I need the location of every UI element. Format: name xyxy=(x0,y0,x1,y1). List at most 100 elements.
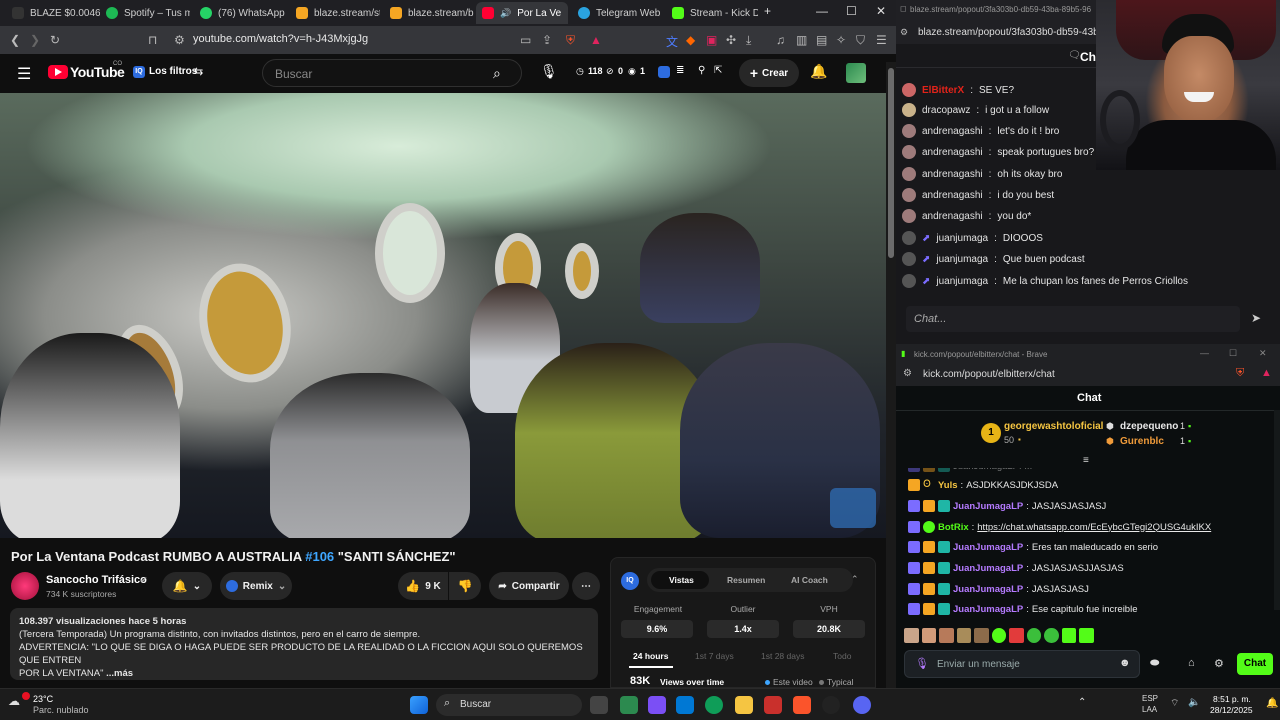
notification-bell-icon[interactable]: 🔔 xyxy=(1266,698,1278,709)
store-icon[interactable] xyxy=(676,696,694,714)
share-icon[interactable]: ⇪ xyxy=(542,33,552,47)
emoji-icon[interactable]: ☻ xyxy=(1119,657,1131,669)
filters-button[interactable]: Los filtros xyxy=(149,66,197,77)
search-box[interactable]: Buscar ⌕ xyxy=(262,59,522,87)
youtube-logo-icon[interactable] xyxy=(48,65,68,79)
emote-icon[interactable] xyxy=(1044,628,1059,643)
wifi-icon[interactable]: ⌔ xyxy=(1170,697,1179,710)
hamburger-menu-icon[interactable]: ☰ xyxy=(17,64,31,84)
puzzle-icon[interactable]: ✣ xyxy=(726,33,736,47)
emote-icon[interactable] xyxy=(1061,628,1077,643)
back-icon[interactable]: ❮ xyxy=(10,33,20,47)
scrollbar-thumb[interactable] xyxy=(888,68,894,258)
taskbar-search[interactable]: ⌕ Buscar xyxy=(436,694,582,716)
task-view-icon[interactable] xyxy=(590,696,608,714)
page-scrollbar[interactable] xyxy=(886,62,896,688)
whatsapp-link[interactable]: https://chat.whatsapp.com/EcEybcGTegi2QU… xyxy=(977,522,1211,533)
menu-icon[interactable]: ☰ xyxy=(876,33,887,47)
windows-start-icon[interactable] xyxy=(410,696,428,714)
create-button[interactable]: + Crear xyxy=(739,59,799,87)
notifications-icon[interactable]: 🔔 xyxy=(810,63,827,80)
close-window-button[interactable]: ✕ xyxy=(876,4,886,18)
popout-url[interactable]: blaze.stream/popout/3fa303b0-db59-43ba xyxy=(918,27,1104,38)
reload-icon[interactable]: ↻ xyxy=(50,33,60,47)
video-player[interactable] xyxy=(0,93,886,538)
clock-time[interactable]: 8:51 p. m. xyxy=(1213,694,1251,704)
tab-whatsapp[interactable]: (76) WhatsApp xyxy=(194,2,286,24)
range-7d[interactable]: 1st 7 days xyxy=(695,651,734,661)
site-settings-icon[interactable]: ⚙ xyxy=(174,33,185,47)
maximize-button[interactable]: ☐ xyxy=(1229,348,1237,359)
vpn-icon[interactable]: ⛉ xyxy=(856,33,865,48)
tab-telegram[interactable]: Telegram Web xyxy=(572,2,664,24)
discord-icon[interactable] xyxy=(853,696,871,714)
minimize-button[interactable]: — xyxy=(816,4,828,18)
app-icon[interactable] xyxy=(764,696,782,714)
emote-icon[interactable] xyxy=(939,628,954,643)
avatar[interactable] xyxy=(846,63,866,83)
chevron-up-icon[interactable]: ⌃ xyxy=(1078,697,1086,708)
emote-icon[interactable] xyxy=(1009,628,1024,643)
app-icon[interactable] xyxy=(648,696,666,714)
weather-icon[interactable]: ☁ xyxy=(8,694,20,708)
translate-icon[interactable]: 文 xyxy=(666,33,678,50)
download-icon[interactable]: ⤓ xyxy=(746,33,751,48)
send-icon[interactable]: ➤ xyxy=(1251,311,1261,325)
extension-icon[interactable]: ▣ xyxy=(706,33,717,47)
brave-rewards-icon[interactable]: ▲ xyxy=(590,33,602,47)
top-gifter-name[interactable]: georgewashtoloficial xyxy=(1004,421,1103,432)
app-icon[interactable] xyxy=(620,696,638,714)
share-icon[interactable]: ⇱ xyxy=(714,65,722,76)
bookmark-icon[interactable]: ⊓ xyxy=(148,33,157,47)
tab-blaze[interactable]: BLAZE $0.004610 xyxy=(6,2,100,24)
views-over-time-dropdown[interactable]: Views over time xyxy=(660,677,724,687)
volume-icon[interactable]: 🔈 xyxy=(1188,697,1200,708)
weather-temp[interactable]: 23°C xyxy=(33,694,53,704)
brave-icon[interactable] xyxy=(793,696,811,714)
music-icon[interactable]: ♫ xyxy=(776,33,785,47)
language-code[interactable]: ESP xyxy=(1142,694,1158,703)
range-24h[interactable]: 24 hours xyxy=(633,651,668,661)
tab-kick[interactable]: Stream - Kick Da xyxy=(666,2,758,24)
wallet-icon[interactable]: ▤ xyxy=(816,33,827,47)
store-icon[interactable]: ⌂ xyxy=(1188,657,1195,669)
gifter-2-name[interactable]: dzepequeno xyxy=(1120,421,1178,432)
maximize-button[interactable]: ☐ xyxy=(846,4,857,18)
brave-shield-icon[interactable]: ⛨ xyxy=(566,33,575,48)
collapse-chevron-icon[interactable]: ⌃ xyxy=(851,574,859,585)
new-tab-button[interactable]: + xyxy=(764,4,771,18)
minimize-button[interactable]: — xyxy=(1200,348,1209,358)
keyboard-layout[interactable]: LAA xyxy=(1142,705,1157,714)
hashtag-link[interactable]: #106 xyxy=(305,549,334,564)
weather-desc[interactable]: Parc. nublado xyxy=(33,705,89,715)
tab-spotify[interactable]: Spotify – Tus me xyxy=(100,2,190,24)
identity-icon[interactable]: 🎙 xyxy=(915,657,929,670)
file-explorer-icon[interactable] xyxy=(735,696,753,714)
emote-icon[interactable] xyxy=(921,628,937,643)
obs-icon[interactable] xyxy=(822,696,840,714)
site-settings-icon[interactable]: ⚙ xyxy=(903,368,912,379)
emote-icon[interactable] xyxy=(956,628,972,643)
tab-ai-coach[interactable]: AI Coach xyxy=(791,575,828,585)
blaze-chat-input[interactable]: Chat... xyxy=(906,306,1240,332)
bulb-icon[interactable]: ⚲ xyxy=(698,65,705,76)
forward-icon[interactable]: ❯ xyxy=(30,33,40,47)
filters-icon[interactable]: ⇆ xyxy=(194,65,203,78)
close-window-button[interactable]: ✕ xyxy=(1259,348,1267,359)
site-settings-icon[interactable]: ⚙ xyxy=(900,27,908,38)
kick-chat-scrollbar[interactable] xyxy=(1274,410,1280,610)
microphone-icon[interactable]: 🎙 xyxy=(540,63,558,80)
emote-icon[interactable] xyxy=(904,628,919,643)
kick-message-input[interactable]: Enviar un mensaje xyxy=(904,650,1140,678)
settings-icon[interactable]: ⚙ xyxy=(1214,657,1224,670)
url-text[interactable]: youtube.com/watch?v=h-J43MxjgJg xyxy=(193,33,368,45)
tab-blaze-stream[interactable]: blaze.stream/stre xyxy=(290,2,380,24)
reading-list-icon[interactable]: ▥ xyxy=(796,33,807,47)
emote-icon[interactable] xyxy=(991,628,1007,643)
channel-avatar[interactable] xyxy=(11,572,39,600)
emote-icon[interactable] xyxy=(1026,628,1042,643)
range-28d[interactable]: 1st 28 days xyxy=(761,651,804,661)
search-input[interactable]: Buscar xyxy=(275,67,312,81)
gifter-3-name[interactable]: Gurenblc xyxy=(1120,436,1164,447)
kick-chat-send-button[interactable]: Chat xyxy=(1237,653,1273,675)
